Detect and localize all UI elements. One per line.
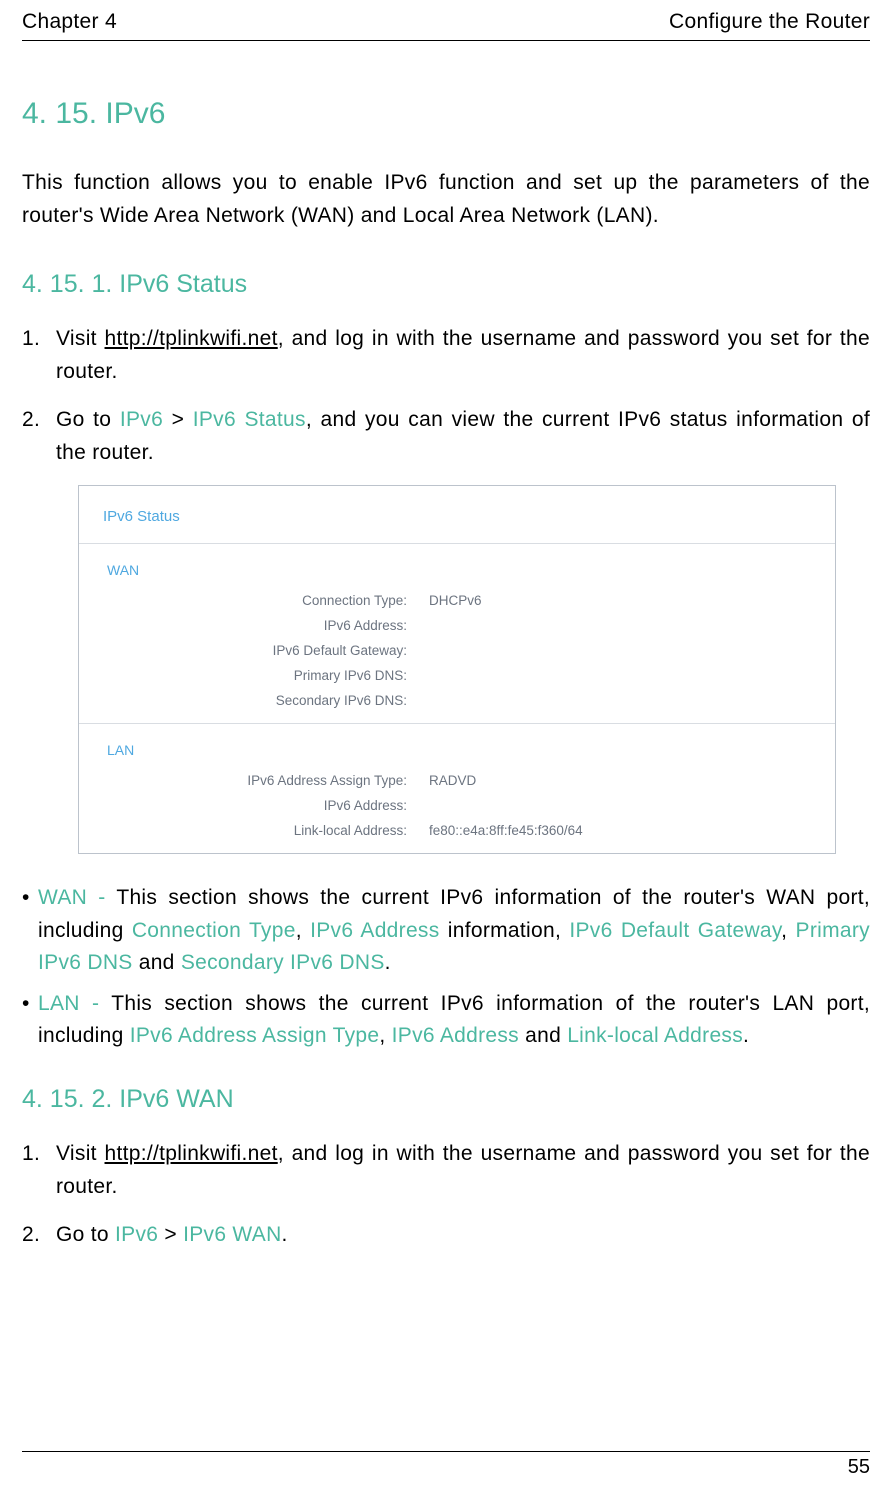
step-text: Go to — [56, 408, 120, 431]
bullet-term: IPv6 Address — [310, 919, 439, 942]
status-row: IPv6 Address Assign Type: RADVD — [79, 768, 835, 793]
page-header: Chapter 4 Configure the Router — [22, 10, 870, 41]
status-value: DHCPv6 — [429, 593, 482, 608]
ipv6-status-panel: IPv6 Status WAN Connection Type: DHCPv6 … — [78, 485, 836, 854]
status-label: Connection Type: — [79, 593, 429, 608]
step-text: . — [282, 1223, 288, 1246]
step-item: 1. Visit http://tplinkwifi.net, and log … — [22, 323, 870, 388]
status-value: fe80::e4a:8ff:fe45:f360/64 — [429, 823, 583, 838]
page-footer: 55 — [22, 1451, 870, 1479]
figure-container: IPv6 Status WAN Connection Type: DHCPv6 … — [22, 485, 870, 854]
status-row: Link-local Address: fe80::e4a:8ff:fe45:f… — [79, 818, 835, 843]
status-label: Link-local Address: — [79, 823, 429, 838]
status-label: IPv6 Default Gateway: — [79, 643, 429, 658]
step-item: 2. Go to IPv6 > IPv6 WAN. — [22, 1219, 870, 1252]
chapter-label: Chapter 4 — [22, 10, 117, 34]
tplink-url-link[interactable]: http://tplinkwifi.net — [105, 1142, 278, 1165]
section-heading-ipv6: 4. 15. IPv6 — [22, 97, 870, 131]
bullet-text: and — [519, 1024, 567, 1047]
bullet-term: Link-local Address — [567, 1024, 743, 1047]
nav-path-item: IPv6 Status — [193, 408, 306, 431]
bullet-term: IPv6 Default Gateway — [569, 919, 781, 942]
step-number: 2. — [22, 1219, 56, 1252]
bullet-term: Secondary IPv6 DNS — [181, 951, 385, 974]
bullet-text: , — [379, 1024, 391, 1047]
step-item: 1. Visit http://tplinkwifi.net, and log … — [22, 1138, 870, 1203]
bullet-lan: LAN - This section shows the current IPv… — [22, 988, 870, 1053]
description-bullets: WAN - This section shows the current IPv… — [22, 882, 870, 1053]
wan-section-label: WAN — [79, 544, 835, 588]
tplink-url-link[interactable]: http://tplinkwifi.net — [105, 327, 278, 350]
status-label: Secondary IPv6 DNS: — [79, 693, 429, 708]
step-number: 2. — [22, 404, 56, 469]
status-label: IPv6 Address: — [79, 798, 429, 813]
status-label: IPv6 Address Assign Type: — [79, 773, 429, 788]
status-label: IPv6 Address: — [79, 618, 429, 633]
intro-paragraph: This function allows you to enable IPv6 … — [22, 167, 870, 232]
step-number: 1. — [22, 323, 56, 388]
page-number: 55 — [848, 1456, 870, 1478]
bullet-text: . — [385, 951, 391, 974]
subsection-heading-ipv6-wan: 4. 15. 2. IPv6 WAN — [22, 1085, 870, 1114]
bullet-term: IPv6 Address — [392, 1024, 519, 1047]
bullet-term: IPv6 Address Assign Type — [130, 1024, 380, 1047]
bullet-text: . — [743, 1024, 749, 1047]
step-text: > — [163, 408, 193, 431]
lan-section-label: LAN — [79, 724, 835, 768]
bullet-term: LAN - — [38, 992, 111, 1015]
status-label: Primary IPv6 DNS: — [79, 668, 429, 683]
status-row: Primary IPv6 DNS: — [79, 663, 835, 688]
status-value: RADVD — [429, 773, 476, 788]
step-item: 2. Go to IPv6 > IPv6 Status, and you can… — [22, 404, 870, 469]
nav-path-item: IPv6 — [120, 408, 163, 431]
status-row: IPv6 Default Gateway: — [79, 638, 835, 663]
bullet-wan: WAN - This section shows the current IPv… — [22, 882, 870, 980]
status-row: Connection Type: DHCPv6 — [79, 588, 835, 613]
step-text: > — [158, 1223, 183, 1246]
nav-path-item: IPv6 — [115, 1223, 158, 1246]
bullet-text: , — [781, 919, 795, 942]
steps-list-2: 1. Visit http://tplinkwifi.net, and log … — [22, 1138, 870, 1252]
subsection-heading-ipv6-status: 4. 15. 1. IPv6 Status — [22, 270, 870, 299]
nav-path-item: IPv6 WAN — [183, 1223, 281, 1246]
panel-title: IPv6 Status — [79, 486, 835, 543]
status-row: IPv6 Address: — [79, 613, 835, 638]
header-title: Configure the Router — [669, 10, 870, 34]
step-text: Visit — [56, 1142, 105, 1165]
bullet-text: , — [296, 919, 310, 942]
status-row: Secondary IPv6 DNS: — [79, 688, 835, 713]
steps-list-1: 1. Visit http://tplinkwifi.net, and log … — [22, 323, 870, 469]
step-text: Go to — [56, 1223, 115, 1246]
step-text: Visit — [56, 327, 105, 350]
bullet-term: WAN - — [38, 886, 116, 909]
step-number: 1. — [22, 1138, 56, 1203]
bullet-term: Connection Type — [132, 919, 296, 942]
bullet-text: information, — [440, 919, 570, 942]
status-row: IPv6 Address: — [79, 793, 835, 818]
bullet-text: and — [133, 951, 181, 974]
